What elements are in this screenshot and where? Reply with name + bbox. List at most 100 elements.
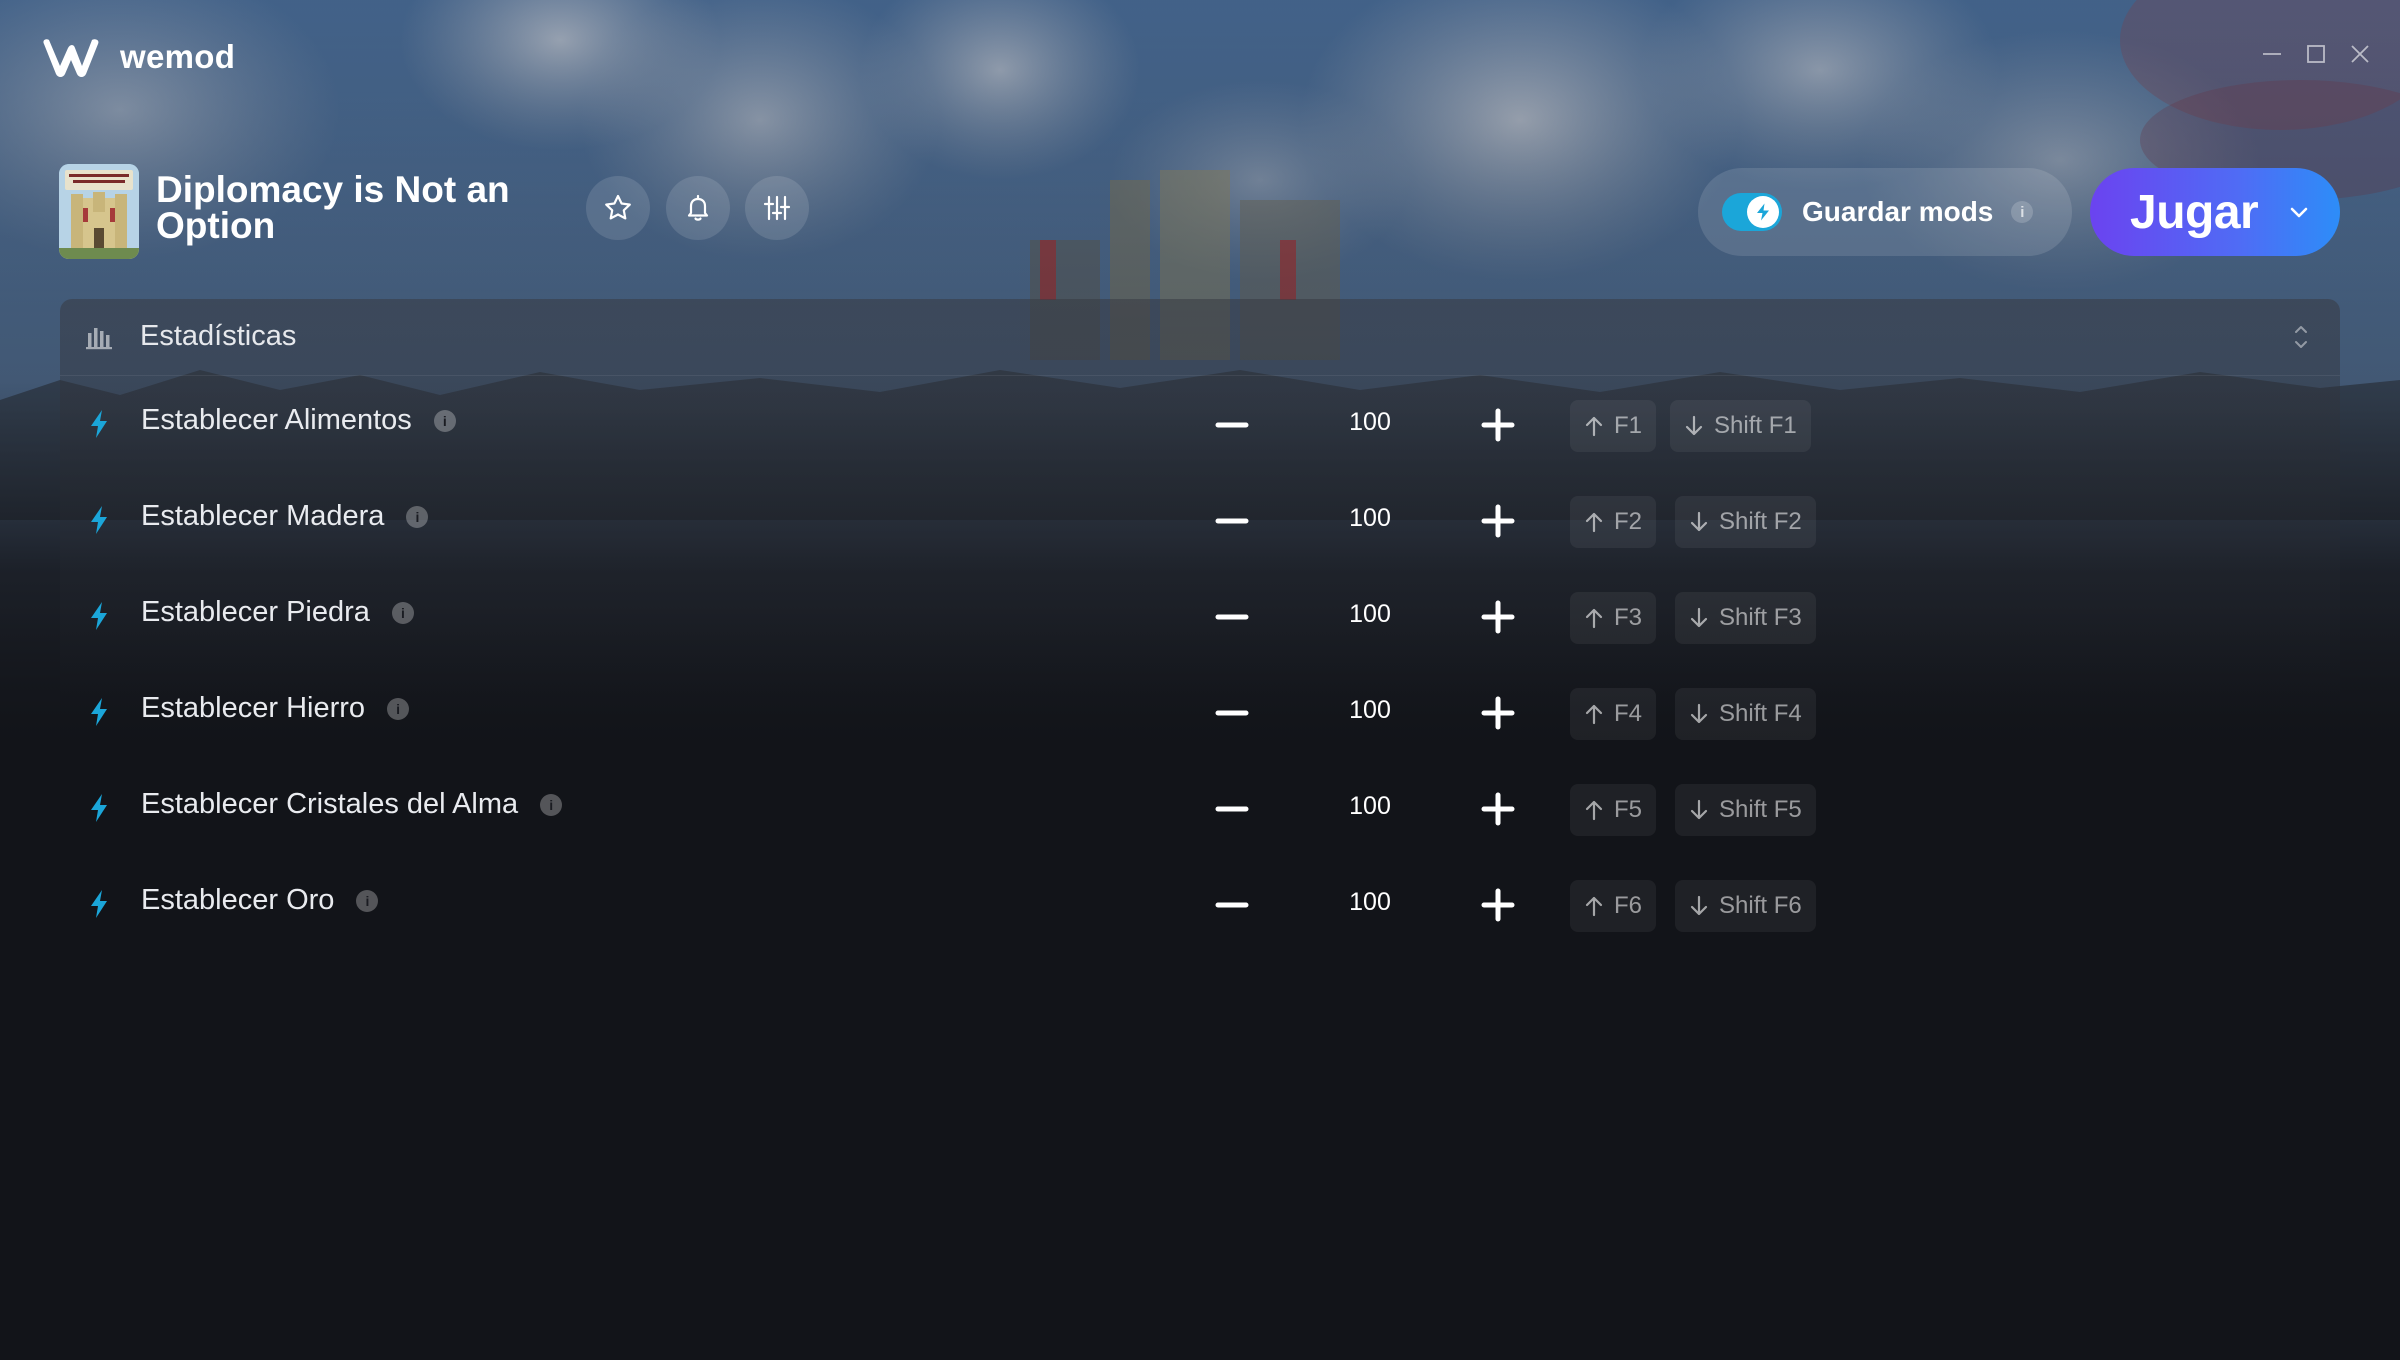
mod-row: Establecer Hierro i 100 F4 Shift F4 bbox=[60, 663, 2340, 759]
info-icon[interactable]: i bbox=[391, 601, 414, 624]
arrow-up-icon bbox=[1585, 896, 1603, 917]
close-icon[interactable] bbox=[2348, 42, 2372, 66]
info-icon[interactable]: i bbox=[2011, 201, 2034, 223]
info-icon[interactable]: i bbox=[406, 505, 429, 528]
mod-name: Establecer Hierro i bbox=[141, 692, 410, 725]
favorite-star-icon bbox=[605, 194, 631, 220]
decrease-button[interactable] bbox=[1210, 403, 1254, 447]
mod-row: Establecer Madera i 100 F2 Shift F2 bbox=[60, 471, 2340, 567]
mod-value[interactable]: 100 bbox=[1310, 600, 1430, 629]
increase-button[interactable] bbox=[1476, 883, 1520, 927]
arrow-down-icon bbox=[1685, 415, 1703, 436]
mod-value[interactable]: 100 bbox=[1310, 888, 1430, 917]
info-icon[interactable]: i bbox=[356, 889, 379, 912]
plus-icon bbox=[1481, 408, 1515, 442]
increase-button[interactable] bbox=[1476, 403, 1520, 447]
mod-value[interactable]: 100 bbox=[1310, 792, 1430, 821]
minus-icon bbox=[1215, 902, 1249, 908]
lightning-bolt-icon bbox=[87, 793, 111, 823]
game-settings-button[interactable] bbox=[745, 176, 809, 240]
stats-title: Estadísticas bbox=[140, 320, 297, 352]
collapse-icon[interactable] bbox=[2290, 323, 2312, 351]
increase-button[interactable] bbox=[1476, 595, 1520, 639]
notification-bell-icon bbox=[687, 194, 709, 221]
plus-icon bbox=[1481, 696, 1515, 730]
plus-icon bbox=[1481, 504, 1515, 538]
increase-hotkey[interactable]: F1 bbox=[1570, 400, 1657, 452]
mod-value[interactable]: 100 bbox=[1310, 504, 1430, 533]
hotkey-label: F5 bbox=[1614, 796, 1643, 823]
hotkey-label: F3 bbox=[1614, 604, 1643, 631]
mod-name-label: Establecer Piedra bbox=[141, 596, 370, 628]
hotkey-label: Shift F3 bbox=[1719, 604, 1802, 631]
increase-hotkey[interactable]: F2 bbox=[1570, 496, 1657, 548]
increase-button[interactable] bbox=[1476, 787, 1520, 831]
hotkey-label: Shift F6 bbox=[1719, 892, 1802, 919]
decrease-hotkey[interactable]: Shift F1 bbox=[1670, 400, 1811, 452]
decrease-hotkey[interactable]: Shift F2 bbox=[1675, 496, 1816, 548]
mod-name: Establecer Madera i bbox=[141, 500, 429, 533]
plus-icon bbox=[1481, 888, 1515, 922]
minus-icon bbox=[1215, 614, 1249, 620]
hotkey-label: F4 bbox=[1614, 700, 1643, 727]
info-icon[interactable]: i bbox=[387, 697, 410, 720]
increase-hotkey[interactable]: F5 bbox=[1570, 784, 1657, 836]
settings-sliders-icon bbox=[763, 195, 791, 221]
mod-value[interactable]: 100 bbox=[1310, 408, 1430, 437]
hotkey-label: Shift F4 bbox=[1719, 700, 1802, 727]
mod-row: Establecer Piedra i 100 F3 Shift F3 bbox=[60, 567, 2340, 663]
plus-icon bbox=[1481, 792, 1515, 826]
lightning-bolt-icon bbox=[87, 409, 111, 439]
decrease-hotkey[interactable]: Shift F4 bbox=[1675, 688, 1816, 740]
notifications-button[interactable] bbox=[666, 176, 730, 240]
wemod-logo: wemod bbox=[40, 36, 235, 78]
mod-name-label: Establecer Oro bbox=[141, 884, 335, 916]
play-label: Jugar bbox=[2130, 185, 2259, 239]
wemod-logo-icon bbox=[43, 39, 99, 77]
increase-hotkey[interactable]: F4 bbox=[1570, 688, 1657, 740]
info-icon[interactable]: i bbox=[433, 409, 456, 432]
minus-icon bbox=[1215, 518, 1249, 524]
save-mods-switch[interactable] bbox=[1722, 193, 1782, 231]
increase-button[interactable] bbox=[1476, 691, 1520, 735]
increase-button[interactable] bbox=[1476, 499, 1520, 543]
decrease-hotkey[interactable]: Shift F5 bbox=[1675, 784, 1816, 836]
lightning-bolt-icon bbox=[87, 889, 111, 919]
arrow-down-icon bbox=[1690, 511, 1708, 532]
favorite-button[interactable] bbox=[586, 176, 650, 240]
game-cover-image bbox=[59, 164, 139, 259]
arrow-up-icon bbox=[1585, 416, 1603, 437]
decrease-button[interactable] bbox=[1210, 691, 1254, 735]
increase-hotkey[interactable]: F6 bbox=[1570, 880, 1657, 932]
mod-name: Establecer Oro i bbox=[141, 884, 379, 917]
play-button[interactable]: Jugar bbox=[2090, 168, 2340, 256]
game-title: Diplomacy is Not an Option bbox=[156, 169, 510, 246]
hotkey-label: F2 bbox=[1614, 508, 1643, 535]
decrease-button[interactable] bbox=[1210, 883, 1254, 927]
lightning-bolt-icon bbox=[87, 505, 111, 535]
maximize-icon[interactable] bbox=[2304, 42, 2328, 66]
minus-icon bbox=[1215, 422, 1249, 428]
hotkey-label: Shift F1 bbox=[1714, 412, 1797, 439]
decrease-button[interactable] bbox=[1210, 499, 1254, 543]
hotkey-label: Shift F2 bbox=[1719, 508, 1802, 535]
arrow-up-icon bbox=[1585, 608, 1603, 629]
save-mods-label: Guardar mods bbox=[1802, 196, 1994, 227]
chevron-down-icon[interactable] bbox=[2288, 201, 2310, 223]
hotkey-label: Shift F5 bbox=[1719, 796, 1802, 823]
increase-hotkey[interactable]: F3 bbox=[1570, 592, 1657, 644]
decrease-hotkey[interactable]: Shift F6 bbox=[1675, 880, 1816, 932]
decrease-button[interactable] bbox=[1210, 787, 1254, 831]
arrow-down-icon bbox=[1690, 607, 1708, 628]
stats-section-header[interactable]: Estadísticas bbox=[60, 299, 2340, 376]
minimize-icon[interactable] bbox=[2260, 42, 2284, 66]
info-icon[interactable]: i bbox=[540, 793, 563, 816]
mod-name-label: Establecer Cristales del Alma bbox=[141, 788, 519, 820]
save-mods-toggle[interactable]: Guardar mods i bbox=[1698, 168, 2072, 256]
decrease-hotkey[interactable]: Shift F3 bbox=[1675, 592, 1816, 644]
mod-name: Establecer Cristales del Alma i bbox=[141, 788, 563, 821]
arrow-up-icon bbox=[1585, 512, 1603, 533]
mod-row: Establecer Cristales del Alma i 100 F5 S… bbox=[60, 759, 2340, 855]
mod-value[interactable]: 100 bbox=[1310, 696, 1430, 725]
decrease-button[interactable] bbox=[1210, 595, 1254, 639]
